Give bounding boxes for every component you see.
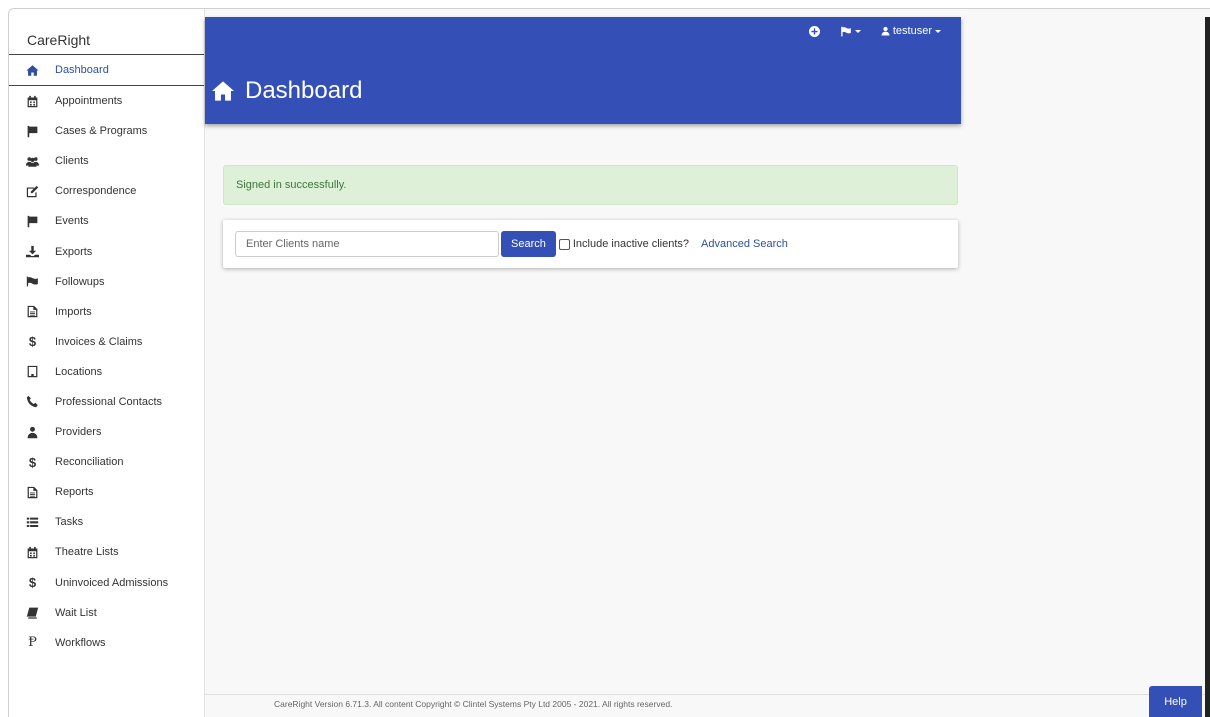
- sidebar-item-label: Reconciliation: [55, 456, 124, 469]
- sidebar-item-label: Locations: [55, 365, 103, 378]
- add-button[interactable]: [808, 25, 820, 37]
- sidebar: CareRight Dashboard Appointments Cases &…: [9, 9, 205, 717]
- edit-icon: [26, 185, 39, 198]
- file-text-icon: [26, 305, 39, 318]
- sidebar-item-label: Tasks: [55, 516, 84, 529]
- include-inactive-label: Include inactive clients?: [572, 238, 690, 250]
- download-icon: [26, 245, 39, 258]
- help-button[interactable]: Help: [1149, 686, 1202, 717]
- sidebar-item-locations[interactable]: Locations: [9, 357, 204, 387]
- sidebar-item-label: Clients: [55, 155, 89, 168]
- users-icon: [26, 155, 39, 168]
- page-header: testuser Dashboard: [205, 17, 961, 124]
- sidebar-item-tasks[interactable]: Tasks: [9, 507, 204, 537]
- sidebar-item-events[interactable]: Events: [9, 206, 204, 236]
- alert-message: Signed in successfully.: [236, 179, 347, 191]
- advanced-search-link[interactable]: Advanced Search: [701, 238, 788, 250]
- client-search-panel: Search Include inactive clients? Advance…: [223, 220, 958, 268]
- sidebar-item-label: Exports: [55, 245, 93, 258]
- chevron-down-icon: [854, 29, 861, 33]
- book-icon: [26, 606, 39, 619]
- client-search-input[interactable]: [235, 231, 499, 257]
- user-icon: [881, 26, 890, 36]
- sidebar-item-label: Workflows: [55, 636, 106, 649]
- sidebar-item-invoices-claims[interactable]: $ Invoices & Claims: [9, 327, 204, 357]
- app-frame: CareRight Dashboard Appointments Cases &…: [8, 8, 1210, 717]
- sidebar-item-exports[interactable]: Exports: [9, 236, 204, 266]
- sidebar-item-label: Dashboard: [55, 64, 109, 76]
- top-navbar: testuser: [808, 17, 961, 45]
- flag-checkered-icon: [26, 275, 39, 288]
- sidebar-item-label: Wait List: [55, 606, 97, 619]
- sidebar-item-uninvoiced-admissions[interactable]: $ Uninvoiced Admissions: [9, 568, 204, 598]
- sidebar-item-label: Events: [55, 215, 89, 228]
- calendar-icon: [26, 95, 39, 108]
- window-edge: [1205, 17, 1210, 717]
- sidebar-item-label: Correspondence: [55, 185, 137, 198]
- sidebar-item-label: Appointments: [55, 95, 123, 108]
- dollar-icon: $: [28, 454, 37, 470]
- sidebar-item-reports[interactable]: Reports: [9, 477, 204, 507]
- copyright-text: CareRight Version 6.71.3. All content Co…: [274, 699, 673, 709]
- sidebar-nav: Dashboard Appointments Cases & Programs …: [9, 55, 204, 658]
- sidebar-item-reconciliation[interactable]: $ Reconciliation: [9, 447, 204, 477]
- user-menu[interactable]: testuser: [881, 25, 941, 37]
- sidebar-item-label: Providers: [55, 426, 102, 439]
- include-inactive-checkbox[interactable]: [558, 238, 570, 250]
- home-icon: [26, 64, 39, 77]
- file-text-icon: [26, 486, 39, 499]
- dollar-icon: $: [28, 575, 37, 591]
- flag-icon: [26, 125, 39, 138]
- sidebar-item-label: Uninvoiced Admissions: [55, 576, 169, 589]
- sidebar-item-theatre-lists[interactable]: Theatre Lists: [9, 537, 204, 567]
- sidebar-item-correspondence[interactable]: Correspondence: [9, 176, 204, 206]
- sidebar-item-providers[interactable]: Providers: [9, 417, 204, 447]
- sidebar-item-label: Invoices & Claims: [55, 335, 143, 348]
- page-footer: CareRight Version 6.71.3. All content Co…: [205, 694, 1210, 717]
- sidebar-item-label: Professional Contacts: [55, 395, 162, 408]
- sidebar-item-label: Theatre Lists: [55, 546, 119, 559]
- sidebar-item-followups[interactable]: Followups: [9, 267, 204, 297]
- list-icon: [26, 516, 39, 529]
- sidebar-item-appointments[interactable]: Appointments: [9, 86, 204, 116]
- sidebar-item-professional-contacts[interactable]: Professional Contacts: [9, 387, 204, 417]
- building-icon: [26, 365, 39, 378]
- sidebar-item-dashboard[interactable]: Dashboard: [9, 55, 204, 86]
- sidebar-item-imports[interactable]: Imports: [9, 297, 204, 327]
- chevron-down-icon: [935, 29, 941, 33]
- flag-dropdown[interactable]: [840, 26, 861, 37]
- sidebar-item-label: Followups: [55, 275, 105, 288]
- sidebar-item-wait-list[interactable]: Wait List: [9, 598, 204, 628]
- page-title-text: Dashboard: [245, 77, 363, 104]
- workflow-p-icon: Ᵽ: [28, 635, 37, 651]
- flag-icon: [26, 215, 39, 228]
- sidebar-item-cases-programs[interactable]: Cases & Programs: [9, 116, 204, 146]
- brand-title: CareRight: [9, 9, 204, 55]
- search-button[interactable]: Search: [501, 231, 556, 257]
- sidebar-item-clients[interactable]: Clients: [9, 146, 204, 176]
- calendar-icon: [26, 546, 39, 559]
- plus-circle-icon: [808, 25, 820, 37]
- success-alert: Signed in successfully.: [223, 165, 958, 205]
- sidebar-item-label: Imports: [55, 305, 92, 318]
- phone-icon: [26, 395, 39, 408]
- sidebar-item-label: Reports: [55, 486, 94, 499]
- user-md-icon: [26, 426, 39, 439]
- home-icon: [212, 81, 234, 101]
- sidebar-item-workflows[interactable]: Ᵽ Workflows: [9, 628, 204, 658]
- dollar-icon: $: [28, 334, 37, 350]
- sidebar-item-label: Cases & Programs: [55, 125, 148, 138]
- page-title: Dashboard: [211, 77, 362, 105]
- username-label: testuser: [892, 25, 932, 37]
- flag-icon: [841, 26, 851, 36]
